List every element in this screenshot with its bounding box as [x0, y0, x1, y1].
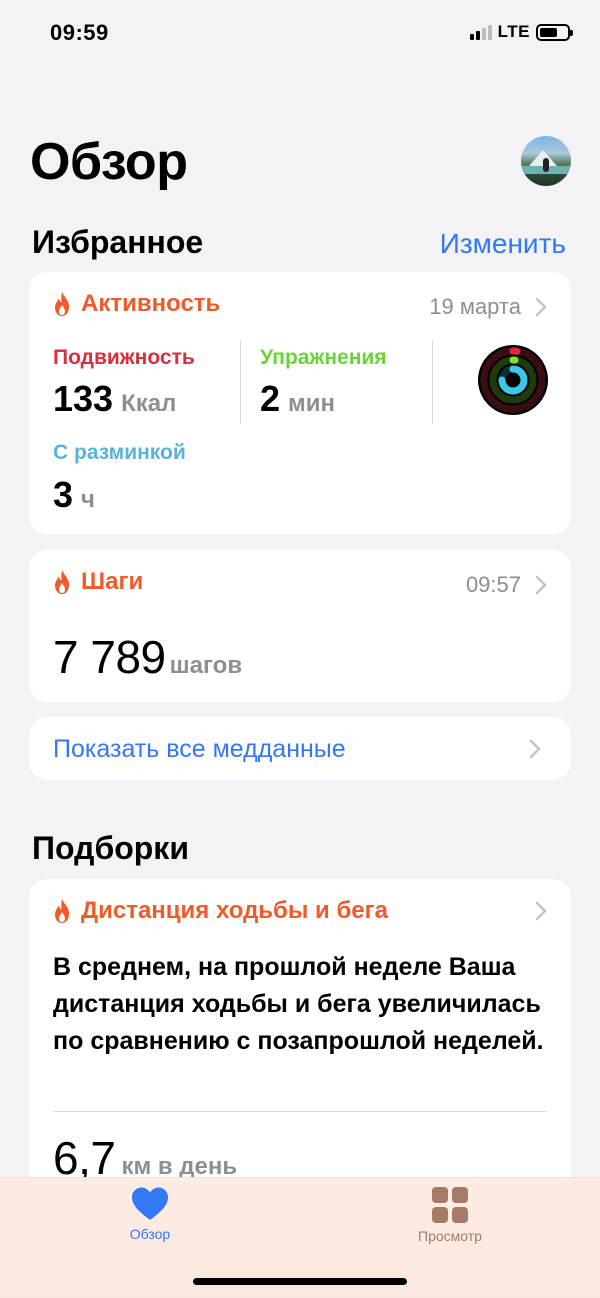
- steps-value: 7 789 шагов: [53, 630, 242, 684]
- edit-favorites-button[interactable]: Изменить: [440, 228, 566, 260]
- network-type: LTE: [497, 22, 530, 41]
- battery-icon: [536, 23, 573, 41]
- flame-icon: [55, 899, 69, 923]
- activity-rings-icon: [478, 345, 548, 415]
- highlight-title: Дистанция ходьбы и бега: [81, 897, 388, 924]
- highlight-meta: [535, 901, 547, 921]
- status-bar: 09:59 LTE: [0, 0, 600, 66]
- move-label: Подвижность: [53, 346, 195, 369]
- page-title: Обзор: [30, 133, 188, 191]
- flame-icon: [55, 570, 69, 594]
- tab-summary-label: Обзор: [129, 1226, 171, 1242]
- move-unit: Ккал: [121, 390, 177, 417]
- show-all-label: Показать все медданные: [53, 735, 346, 763]
- steps-unit: шагов: [169, 652, 243, 679]
- steps-number: 7 789: [53, 631, 166, 683]
- stand-number: 3: [53, 474, 74, 515]
- favorites-header: Избранное: [32, 224, 204, 260]
- heart-icon: [132, 1187, 168, 1220]
- exercise-unit: мин: [288, 390, 336, 417]
- exercise-number: 2: [260, 378, 281, 419]
- steps-time: 09:57: [465, 572, 521, 597]
- highlight-card[interactable]: Дистанция ходьбы и бега В среднем, на пр…: [29, 879, 571, 1209]
- stand-label: С разминкой: [53, 441, 186, 464]
- chevron-right-icon: [529, 739, 541, 759]
- exercise-label: Упражнения: [260, 346, 387, 369]
- activity-card-header: Активность: [53, 290, 220, 318]
- tab-browse[interactable]: Просмотр: [380, 1186, 520, 1244]
- stand-value: 3 ч: [53, 474, 95, 516]
- move-number: 133: [53, 378, 114, 419]
- grid-icon: [432, 1187, 468, 1223]
- chevron-right-icon: [535, 901, 547, 921]
- exercise-value: 2 мин: [260, 378, 335, 420]
- highlight-divider: [53, 1111, 547, 1112]
- highlight-card-header: Дистанция ходьбы и бега: [53, 897, 388, 925]
- steps-card[interactable]: Шаги 09:57 7 789 шагов: [29, 550, 571, 702]
- metric-divider: [432, 340, 433, 424]
- chevron-right-icon: [535, 575, 547, 595]
- move-value: 133 Ккал: [53, 378, 176, 420]
- steps-meta: 09:57: [466, 572, 547, 598]
- tab-browse-label: Просмотр: [418, 1228, 482, 1244]
- activity-meta: 19 марта: [429, 294, 547, 320]
- profile-avatar[interactable]: [521, 136, 571, 186]
- metric-divider: [240, 340, 241, 424]
- steps-card-header: Шаги: [53, 568, 143, 596]
- tab-summary[interactable]: Обзор: [80, 1186, 220, 1242]
- home-indicator: [193, 1278, 407, 1285]
- stand-unit: ч: [81, 486, 95, 513]
- activity-date: 19 марта: [429, 294, 521, 319]
- chevron-right-icon: [535, 297, 547, 317]
- show-all-health-data-button[interactable]: Показать все медданные: [29, 717, 571, 780]
- cellular-signal-icon: [469, 24, 492, 40]
- activity-card[interactable]: Активность 19 марта Подвижность 133 Ккал…: [29, 272, 571, 534]
- flame-icon: [55, 292, 69, 316]
- highlight-description: В среднем, на прошлой неделе Ваша дистан…: [53, 953, 544, 1055]
- activity-title: Активность: [81, 290, 221, 317]
- steps-title: Шаги: [81, 568, 144, 595]
- highlights-header: Подборки: [32, 830, 189, 866]
- status-time: 09:59: [50, 20, 109, 45]
- status-indicators: LTE: [469, 22, 573, 42]
